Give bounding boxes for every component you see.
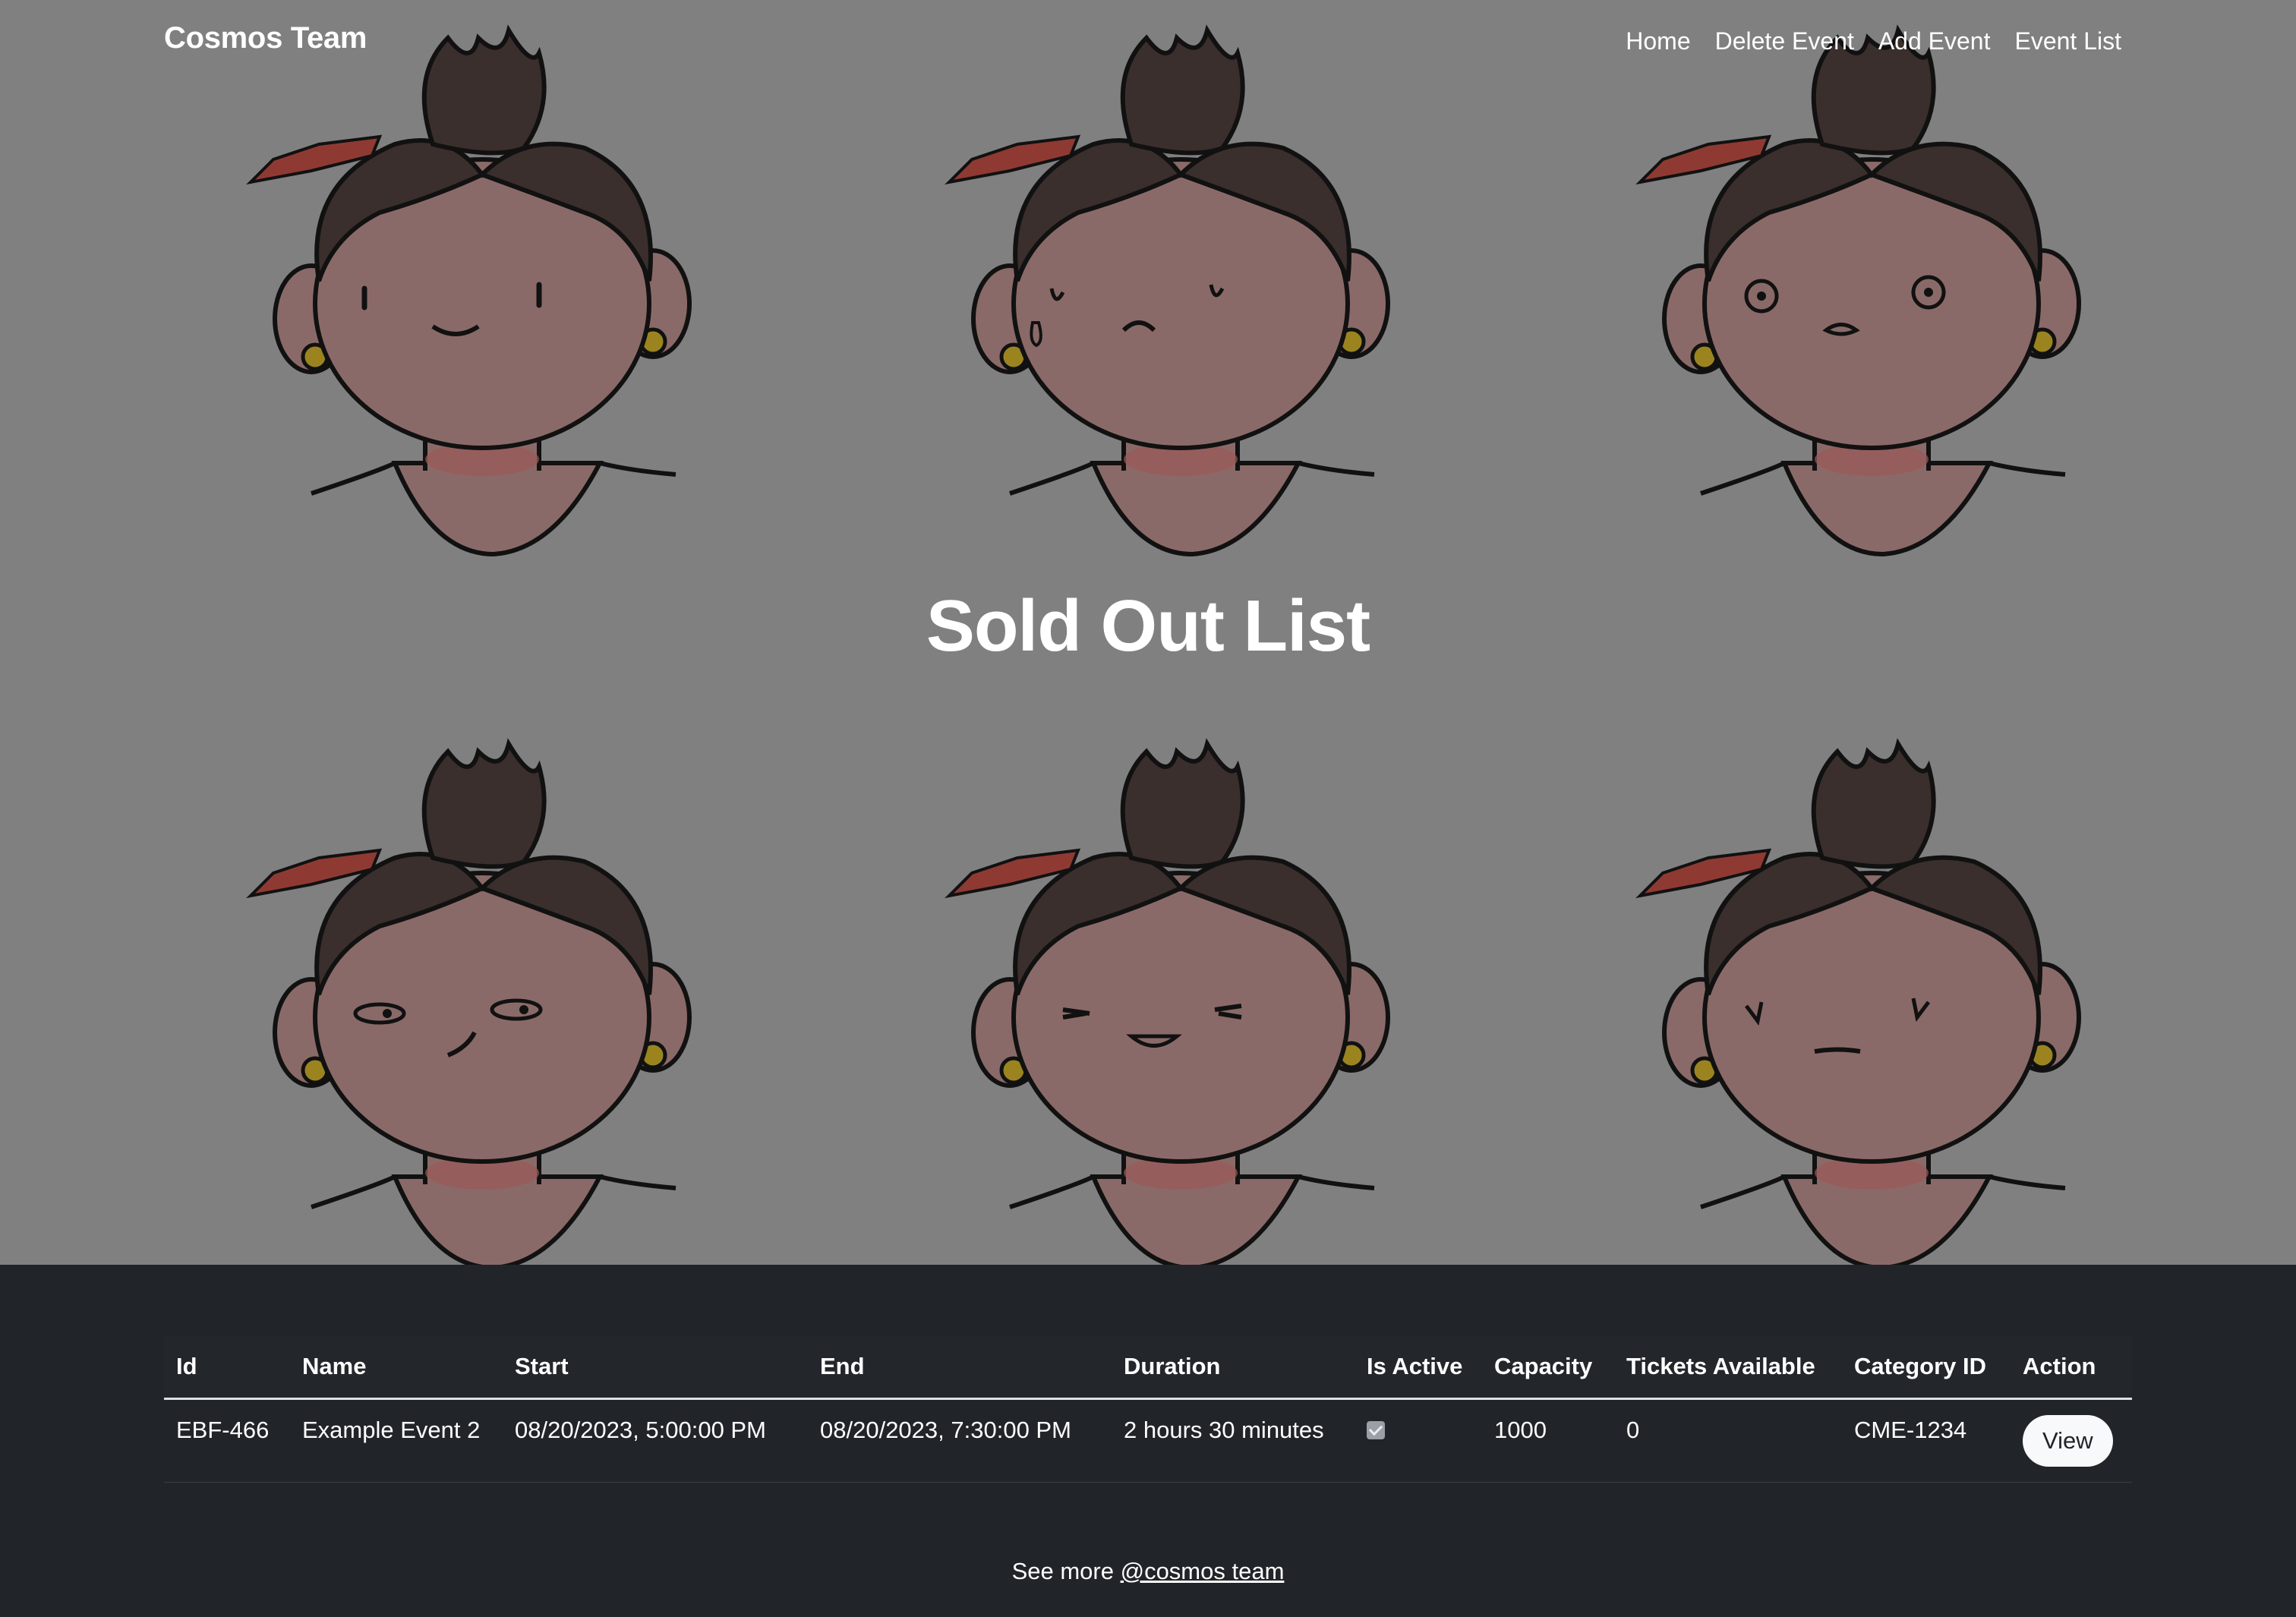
cell-duration: 2 hours 30 minutes: [1112, 1398, 1355, 1483]
page-title: Sold Out List: [926, 585, 1370, 667]
column-header-duration: Duration: [1112, 1336, 1355, 1400]
column-header-id: Id: [164, 1336, 290, 1400]
cell-is-active: [1355, 1398, 1482, 1483]
happy-squint-face-icon: [904, 721, 1405, 1265]
cell-end: 08/20/2023, 7:30:00 PM: [808, 1398, 1112, 1483]
cell-action: View: [2011, 1398, 2132, 1483]
view-button[interactable]: View: [2023, 1414, 2113, 1467]
column-header-capacity: Capacity: [1482, 1336, 1614, 1400]
hero-banner: Cosmos Team Home Delete Event Add Event …: [0, 0, 2296, 1265]
column-header-is-active: Is Active: [1355, 1336, 1482, 1400]
column-header-tickets-available: Tickets Available: [1614, 1336, 1842, 1400]
cell-tickets-available: 0: [1614, 1398, 1842, 1483]
is-active-checkbox[interactable]: [1367, 1420, 1385, 1439]
table-header: Id Name Start End Duration Is Active Cap…: [164, 1336, 2132, 1400]
nav-links: Home Delete Event Add Event Event List: [1626, 27, 2121, 55]
footer: See more @cosmos team: [0, 1558, 2296, 1585]
footer-cosmos-team-link[interactable]: @cosmos team: [1121, 1558, 1285, 1584]
crying-face-icon: [904, 8, 1405, 569]
cell-start: 08/20/2023, 5:00:00 PM: [503, 1398, 808, 1483]
surprised-face-icon: [1594, 8, 2096, 569]
sold-out-events-table: Id Name Start End Duration Is Active Cap…: [164, 1336, 2132, 1483]
nav-home-link[interactable]: Home: [1626, 27, 1690, 55]
nav-add-event-link[interactable]: Add Event: [1878, 27, 1991, 55]
table-row: EBF-466 Example Event 2 08/20/2023, 5:00…: [164, 1398, 2132, 1483]
angry-face-icon: [1594, 721, 2096, 1265]
table-body: EBF-466 Example Event 2 08/20/2023, 5:00…: [164, 1398, 2132, 1483]
column-header-action: Action: [2011, 1336, 2132, 1400]
nav-delete-event-link[interactable]: Delete Event: [1715, 27, 1854, 55]
cell-name: Example Event 2: [290, 1398, 503, 1483]
cell-category-id: CME-1234: [1842, 1398, 2011, 1483]
navbar: Cosmos Team Home Delete Event Add Event …: [0, 0, 2296, 88]
column-header-name: Name: [290, 1336, 503, 1400]
smirking-face-icon: [205, 721, 706, 1265]
column-header-start: Start: [503, 1336, 808, 1400]
column-header-end: End: [808, 1336, 1112, 1400]
brand-link[interactable]: Cosmos Team: [164, 21, 367, 55]
cell-id: EBF-466: [164, 1398, 290, 1483]
column-header-category-id: Category ID: [1842, 1336, 2011, 1400]
events-table-container: Id Name Start End Duration Is Active Cap…: [164, 1336, 2132, 1483]
table-header-row: Id Name Start End Duration Is Active Cap…: [164, 1336, 2132, 1400]
cell-capacity: 1000: [1482, 1398, 1614, 1483]
smiling-face-icon: [205, 8, 706, 569]
footer-text: See more: [1011, 1558, 1121, 1584]
nav-event-list-link[interactable]: Event List: [2014, 27, 2121, 55]
